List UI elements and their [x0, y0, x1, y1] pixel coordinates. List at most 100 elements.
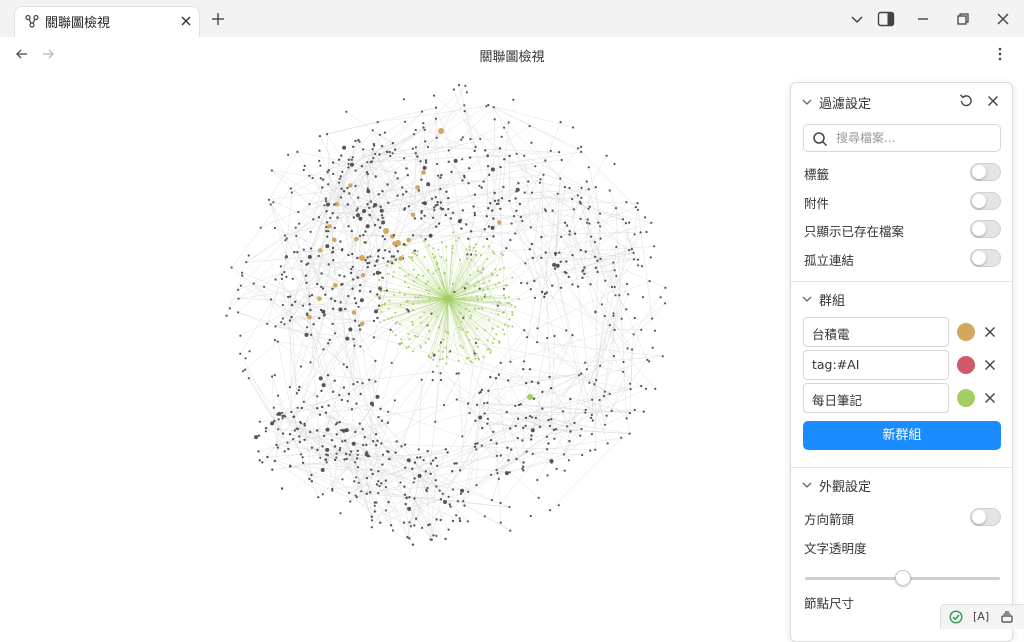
graph-node[interactable]: [271, 375, 273, 377]
graph-node[interactable]: [345, 111, 347, 113]
graph-node[interactable]: [413, 280, 415, 282]
graph-node[interactable]: [417, 297, 419, 299]
close-tab-icon[interactable]: [179, 14, 193, 28]
graph-node[interactable]: [377, 296, 379, 298]
graph-node[interactable]: [508, 296, 510, 298]
graph-node[interactable]: [380, 206, 382, 208]
graph-node[interactable]: [474, 150, 476, 152]
graph-node[interactable]: [272, 201, 274, 203]
graph-node[interactable]: [560, 236, 562, 238]
graph-node[interactable]: [324, 459, 326, 461]
graph-node[interactable]: [425, 159, 427, 161]
graph-node[interactable]: [386, 265, 388, 267]
graph-node[interactable]: [589, 206, 591, 208]
graph-node[interactable]: [470, 259, 472, 261]
graph-node[interactable]: [418, 448, 420, 450]
graph-node[interactable]: [487, 390, 489, 392]
graph-node[interactable]: [533, 280, 535, 282]
graph-node[interactable]: [291, 304, 293, 306]
graph-node[interactable]: [284, 239, 286, 241]
graph-node[interactable]: [457, 500, 459, 502]
graph-node[interactable]: [492, 235, 494, 237]
graph-node[interactable]: [277, 341, 279, 343]
graph-node[interactable]: [595, 186, 597, 188]
check-circle-icon[interactable]: [949, 610, 963, 624]
graph-node[interactable]: [473, 350, 475, 352]
graph-node[interactable]: [488, 280, 490, 282]
graph-node[interactable]: [373, 143, 375, 145]
graph-node[interactable]: [270, 203, 272, 205]
graph-node[interactable]: [465, 223, 467, 225]
graph-node[interactable]: [466, 258, 468, 260]
graph-node[interactable]: [327, 342, 329, 344]
graph-node[interactable]: [312, 177, 314, 179]
graph-node[interactable]: [259, 459, 261, 461]
graph-node[interactable]: [546, 436, 548, 438]
graph-node[interactable]: [377, 480, 379, 482]
graph-node[interactable]: [336, 422, 338, 424]
graph-node[interactable]: [419, 345, 421, 347]
graph-node[interactable]: [351, 288, 353, 290]
graph-node[interactable]: [416, 276, 418, 278]
graph-node[interactable]: [372, 404, 374, 406]
graph-node[interactable]: [353, 338, 355, 340]
graph-node[interactable]: [550, 387, 552, 389]
graph-node[interactable]: [327, 224, 332, 229]
graph-node[interactable]: [503, 288, 505, 290]
graph-node[interactable]: [412, 350, 414, 352]
graph-node[interactable]: [553, 438, 555, 440]
graph-node[interactable]: [354, 431, 356, 433]
graph-node[interactable]: [296, 151, 298, 153]
graph-node[interactable]: [506, 447, 508, 449]
graph-node[interactable]: [443, 500, 447, 504]
graph-node[interactable]: [318, 150, 320, 152]
graph-node[interactable]: [560, 121, 562, 123]
graph-node[interactable]: [280, 321, 282, 323]
graph-node[interactable]: [327, 183, 329, 185]
graph-node[interactable]: [432, 359, 434, 361]
graph-node[interactable]: [355, 170, 357, 172]
graph-node[interactable]: [331, 439, 333, 441]
graph-node[interactable]: [581, 277, 583, 279]
graph-node[interactable]: [548, 376, 550, 378]
graph-node[interactable]: [644, 216, 646, 218]
graph-node[interactable]: [468, 310, 470, 312]
graph-node[interactable]: [438, 128, 444, 134]
graph-node[interactable]: [438, 222, 440, 224]
graph-node[interactable]: [326, 203, 330, 207]
graph-node[interactable]: [420, 217, 422, 219]
graph-node[interactable]: [543, 296, 545, 298]
graph-node[interactable]: [359, 255, 365, 261]
graph-node[interactable]: [502, 312, 504, 314]
graph-node[interactable]: [348, 393, 350, 395]
graph-node[interactable]: [428, 338, 430, 340]
graph-node[interactable]: [259, 421, 261, 423]
graph-node[interactable]: [373, 273, 375, 275]
graph-node[interactable]: [404, 121, 406, 123]
graph-node[interactable]: [625, 201, 627, 203]
graph-node[interactable]: [352, 146, 354, 148]
graph-node[interactable]: [432, 352, 434, 354]
graph-node[interactable]: [378, 279, 380, 281]
graph-node[interactable]: [522, 466, 524, 468]
graph-node[interactable]: [376, 483, 378, 485]
graph-node[interactable]: [326, 461, 328, 463]
graph-node[interactable]: [359, 235, 361, 237]
graph-node[interactable]: [637, 202, 639, 204]
graph-node[interactable]: [407, 333, 409, 335]
graph-node[interactable]: [375, 444, 377, 446]
graph-node[interactable]: [511, 326, 513, 328]
graph-node[interactable]: [522, 427, 524, 429]
graph-node[interactable]: [352, 278, 354, 280]
chevron-down-icon[interactable]: [847, 9, 867, 29]
graph-node[interactable]: [302, 305, 304, 307]
graph-node[interactable]: [479, 138, 481, 140]
graph-node[interactable]: [568, 459, 570, 461]
graph-node[interactable]: [266, 323, 268, 325]
graph-node[interactable]: [486, 215, 488, 217]
graph-node[interactable]: [421, 170, 426, 175]
graph-node[interactable]: [423, 311, 425, 313]
graph-node[interactable]: [301, 407, 303, 409]
graph-node[interactable]: [475, 342, 477, 344]
graph-node[interactable]: [373, 320, 375, 322]
